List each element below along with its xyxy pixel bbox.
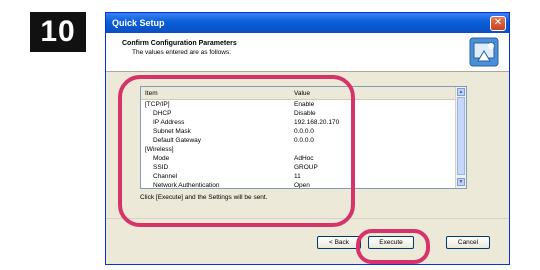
setup-wizard-icon (469, 37, 499, 67)
highlight-ring-execute (356, 229, 430, 264)
cancel-button[interactable]: Cancel (446, 236, 490, 249)
header-subtitle: The values entered are as follows: (132, 49, 231, 56)
window-title: Quick Setup (112, 18, 165, 28)
close-button[interactable]: ✕ (490, 15, 506, 31)
back-button[interactable]: < Back (317, 236, 361, 249)
close-icon: ✕ (493, 17, 503, 28)
dialog-header: Confirm Configuration Parameters The val… (106, 33, 509, 72)
scroll-down-icon[interactable]: ▼ (457, 178, 465, 186)
title-bar: Quick Setup ✕ (106, 13, 509, 33)
scroll-thumb[interactable] (457, 97, 465, 175)
header-title: Confirm Configuration Parameters (122, 40, 237, 47)
highlight-ring-parameters (118, 75, 355, 227)
step-number-badge: 10 (30, 12, 86, 52)
vertical-scrollbar[interactable]: ▲ ▼ (455, 87, 466, 188)
scroll-up-icon[interactable]: ▲ (457, 88, 465, 96)
